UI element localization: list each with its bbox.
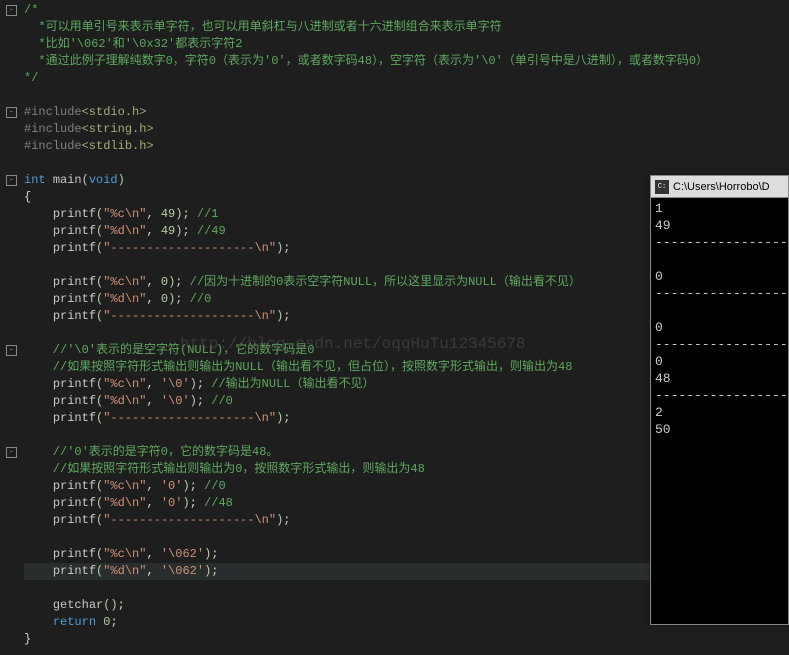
fold-toggle[interactable]: -: [6, 175, 17, 186]
fold-toggle[interactable]: -: [6, 107, 17, 118]
code-line[interactable]: //'\0'表示的是空字符(NULL)，它的数字码是0: [24, 342, 708, 359]
console-output: 1 49 -------------------- 0 ------------…: [651, 198, 788, 440]
code-line[interactable]: /*: [24, 2, 708, 19]
code-line[interactable]: [24, 325, 708, 342]
code-line[interactable]: //如果按照字符形式输出则输出为0，按照数字形式输出，则输出为48: [24, 461, 708, 478]
code-line[interactable]: printf("--------------------\n");: [24, 240, 708, 257]
code-line[interactable]: printf("%d\n", 0); //0: [24, 291, 708, 308]
code-line[interactable]: printf("%d\n", '\0'); //0: [24, 393, 708, 410]
code-line[interactable]: */: [24, 70, 708, 87]
cmd-icon: [655, 180, 669, 194]
code-line[interactable]: [24, 427, 708, 444]
code-line[interactable]: printf("%c\n", '\062');: [24, 546, 708, 563]
code-line[interactable]: *可以用单引号来表示单字符，也可以用单斜杠与八进制或者十六进制组合来表示单字符: [24, 19, 708, 36]
fold-toggle[interactable]: -: [6, 447, 17, 458]
console-titlebar[interactable]: C:\Users\Horrobo\D: [651, 176, 788, 198]
code-line[interactable]: printf("%d\n", '0'); //48: [24, 495, 708, 512]
console-title: C:\Users\Horrobo\D: [673, 181, 770, 193]
code-line[interactable]: printf("--------------------\n");: [24, 308, 708, 325]
code-line[interactable]: //如果按照字符形式输出则输出为NULL（输出看不见，但占位），按照数字形式输出…: [24, 359, 708, 376]
code-line[interactable]: printf("%c\n", 0); //因为十进制的0表示空字符NULL，所以…: [24, 274, 708, 291]
fold-toggle[interactable]: -: [6, 345, 17, 356]
code-line[interactable]: printf("%c\n", 49); //1: [24, 206, 708, 223]
code-area[interactable]: /* *可以用单引号来表示单字符，也可以用单斜杠与八进制或者十六进制组合来表示单…: [24, 0, 708, 648]
code-line[interactable]: getchar();: [24, 597, 708, 614]
code-line[interactable]: //'0'表示的是字符0，它的数字码是48。: [24, 444, 708, 461]
code-line[interactable]: printf("--------------------\n");: [24, 512, 708, 529]
code-line[interactable]: printf("--------------------\n");: [24, 410, 708, 427]
code-line[interactable]: #include<stdio.h>: [24, 104, 708, 121]
code-line[interactable]: *通过此例子理解纯数字0，字符0（表示为'0'，或者数字码48），空字符（表示为…: [24, 53, 708, 70]
code-line[interactable]: }: [24, 631, 708, 648]
code-line[interactable]: printf("%c\n", '\0'); //输出为NULL（输出看不见）: [24, 376, 708, 393]
fold-toggle[interactable]: -: [6, 5, 17, 16]
code-line[interactable]: int main(void): [24, 172, 708, 189]
code-line[interactable]: printf("%d\n", 49); //49: [24, 223, 708, 240]
code-line[interactable]: [24, 155, 708, 172]
code-line[interactable]: [24, 87, 708, 104]
code-line[interactable]: *比如'\062'和'\0x32'都表示字符2: [24, 36, 708, 53]
code-line[interactable]: return 0;: [24, 614, 708, 631]
code-line[interactable]: [24, 529, 708, 546]
code-line[interactable]: #include<string.h>: [24, 121, 708, 138]
code-line[interactable]: #include<stdlib.h>: [24, 138, 708, 155]
console-window[interactable]: C:\Users\Horrobo\D 1 49 ----------------…: [650, 175, 789, 625]
code-line[interactable]: [24, 257, 708, 274]
code-line[interactable]: {: [24, 189, 708, 206]
fold-gutter: - - - - -: [0, 0, 24, 655]
code-line[interactable]: printf("%d\n", '\062');: [24, 563, 708, 580]
code-line[interactable]: printf("%c\n", '0'); //0: [24, 478, 708, 495]
code-line[interactable]: [24, 580, 708, 597]
